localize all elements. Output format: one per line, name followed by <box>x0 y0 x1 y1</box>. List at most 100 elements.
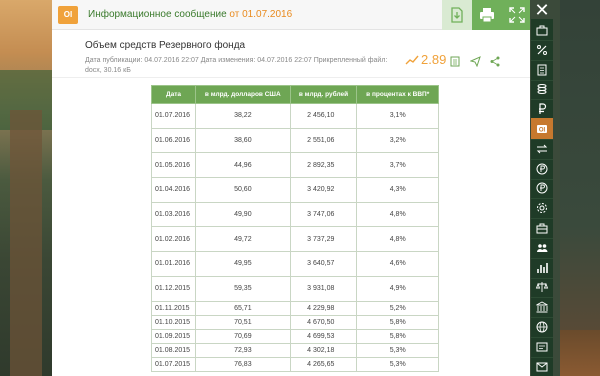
modal-title: Информационное сообщение от 01.07.2016 <box>88 9 292 20</box>
gdp-cell: 5,3% <box>356 356 439 372</box>
usd-cell: 76,83 <box>194 356 291 372</box>
usd-cell: 70,51 <box>194 314 291 330</box>
rub-cell: 3 931,08 <box>289 275 358 302</box>
table-row: 01.02.2016 49,72 3 737,29 4,8% <box>151 226 439 253</box>
date-cell: 01.01.2016 <box>151 251 196 277</box>
attached-file-link[interactable]: docx, 30.16 кБ <box>85 66 405 76</box>
gdp-cell: 3,7% <box>356 152 439 179</box>
sidebar-item-percent[interactable] <box>531 39 553 61</box>
download-doc-icon <box>451 7 463 23</box>
rub-cell: 2 892,35 <box>289 152 358 179</box>
date-cell: 01.09.2015 <box>151 328 196 344</box>
table-row: 01.11.2015 65,71 4 229,98 5,2% <box>151 300 439 316</box>
ruble-coin-icon <box>536 182 548 194</box>
sidebar-item-people[interactable] <box>531 237 553 259</box>
date-cell: 01.05.2016 <box>151 152 196 179</box>
rub-cell: 3 640,57 <box>289 251 358 277</box>
rub-cell: 4 670,50 <box>289 314 358 330</box>
gdp-cell: 4,9% <box>356 275 439 302</box>
bar-chart-icon <box>537 262 548 273</box>
close-icon[interactable]: ✕ <box>533 1 551 19</box>
date-cell: 01.12.2015 <box>151 275 196 302</box>
scales-icon <box>535 282 549 293</box>
send-icon[interactable] <box>470 56 481 67</box>
modal-title-text: Информационное сообщение <box>88 9 227 20</box>
table-row: 01.03.2016 49,90 3 747,06 4,8% <box>151 201 439 228</box>
rub-cell: 4 302,18 <box>289 342 358 358</box>
sidebar-item-ruble[interactable] <box>531 98 553 121</box>
column-header: в млрд. долларов США <box>194 85 291 104</box>
gdp-cell: 5,3% <box>356 342 439 358</box>
table-row: 01.04.2016 50,60 3 420,92 4,3% <box>151 177 439 203</box>
sidebar-item-ruble-coin[interactable] <box>531 177 553 200</box>
rub-cell: 2 551,06 <box>289 127 358 154</box>
sidebar-item-calculator[interactable] <box>531 59 553 81</box>
sidebar-item-ruble-circle[interactable] <box>531 158 553 180</box>
globe-icon <box>536 321 548 333</box>
header-divider <box>52 77 530 78</box>
column-header: Дата <box>151 85 196 104</box>
rate-value: 2.89 <box>421 52 447 67</box>
table-row: 01.01.2016 49,95 3 640,57 4,6% <box>151 251 439 277</box>
sidebar-item-gear[interactable] <box>531 197 553 220</box>
usd-cell: 70,69 <box>194 328 291 344</box>
sidebar-item-document[interactable] <box>531 336 553 358</box>
usd-cell: 38,22 <box>194 103 291 129</box>
usd-cell: 38,60 <box>194 127 291 154</box>
percent-icon <box>537 44 547 55</box>
sidebar-item-transfer[interactable] <box>531 138 553 160</box>
usd-cell: 49,95 <box>194 251 291 277</box>
document-title: Объем средств Резервного фонда <box>85 40 246 51</box>
background-left-detail <box>10 110 42 376</box>
usd-cell: 44,96 <box>194 152 291 179</box>
sidebar-item-bar-chart[interactable] <box>531 257 553 279</box>
modal-header: OI Информационное сообщение от 01.07.201… <box>52 0 530 30</box>
gear-icon <box>537 203 547 214</box>
sidebar-item-coins[interactable] <box>531 78 553 101</box>
sidebar-item-bank[interactable] <box>531 296 553 319</box>
sidebar-item-globe[interactable] <box>531 316 553 338</box>
print-button[interactable] <box>472 0 502 30</box>
rub-cell: 3 737,29 <box>289 226 358 253</box>
modal-title-date: от 01.07.2016 <box>229 9 293 20</box>
rub-cell: 4 699,53 <box>289 328 358 344</box>
fullscreen-button[interactable] <box>502 0 530 30</box>
date-cell: 01.03.2016 <box>151 201 196 228</box>
table-row: 01.09.2015 70,69 4 699,53 5,8% <box>151 328 439 344</box>
usd-cell: 65,71 <box>194 300 291 316</box>
gdp-cell: 5,2% <box>356 300 439 316</box>
briefcase2-icon <box>536 223 548 234</box>
table-row: 01.06.2016 38,60 2 551,06 3,2% <box>151 127 439 154</box>
ruble-icon <box>539 103 547 115</box>
rub-cell: 3 420,92 <box>289 177 358 203</box>
gdp-cell: 3,2% <box>356 127 439 154</box>
trend-up-icon <box>405 55 419 65</box>
share-icon[interactable] <box>490 56 500 67</box>
sidebar-item-briefcase[interactable] <box>531 19 553 41</box>
date-cell: 01.11.2015 <box>151 300 196 316</box>
transfer-icon <box>536 144 548 154</box>
rub-cell: 3 747,06 <box>289 201 358 228</box>
download-button[interactable] <box>442 0 472 30</box>
gdp-cell: 5,8% <box>356 314 439 330</box>
table-row: 01.10.2015 70,51 4 670,50 5,8% <box>151 314 439 330</box>
svg-text:OI: OI <box>539 128 546 134</box>
date-cell: 01.02.2016 <box>151 226 196 253</box>
document-modal: OI Информационное сообщение от 01.07.201… <box>52 0 530 376</box>
sidebar-item-info-badge[interactable]: OI <box>531 118 553 140</box>
table-row: 01.08.2015 72,93 4 302,18 5,3% <box>151 342 439 358</box>
usd-cell: 49,90 <box>194 201 291 228</box>
background-right-detail <box>560 330 600 376</box>
usd-cell: 49,72 <box>194 226 291 253</box>
gdp-cell: 4,8% <box>356 201 439 228</box>
gdp-cell: 4,3% <box>356 177 439 203</box>
sidebar-item-briefcase2[interactable] <box>531 217 553 239</box>
sidebar-item-scales[interactable] <box>531 276 553 299</box>
table-row: 01.07.2015 76,83 4 265,65 5,3% <box>151 356 439 372</box>
briefcase-icon <box>536 25 548 36</box>
date-cell: 01.06.2016 <box>151 127 196 154</box>
expand-icon <box>509 7 525 23</box>
background-right <box>560 0 600 376</box>
sidebar-item-envelope[interactable] <box>531 356 553 376</box>
calculator-icon[interactable] <box>450 56 460 67</box>
